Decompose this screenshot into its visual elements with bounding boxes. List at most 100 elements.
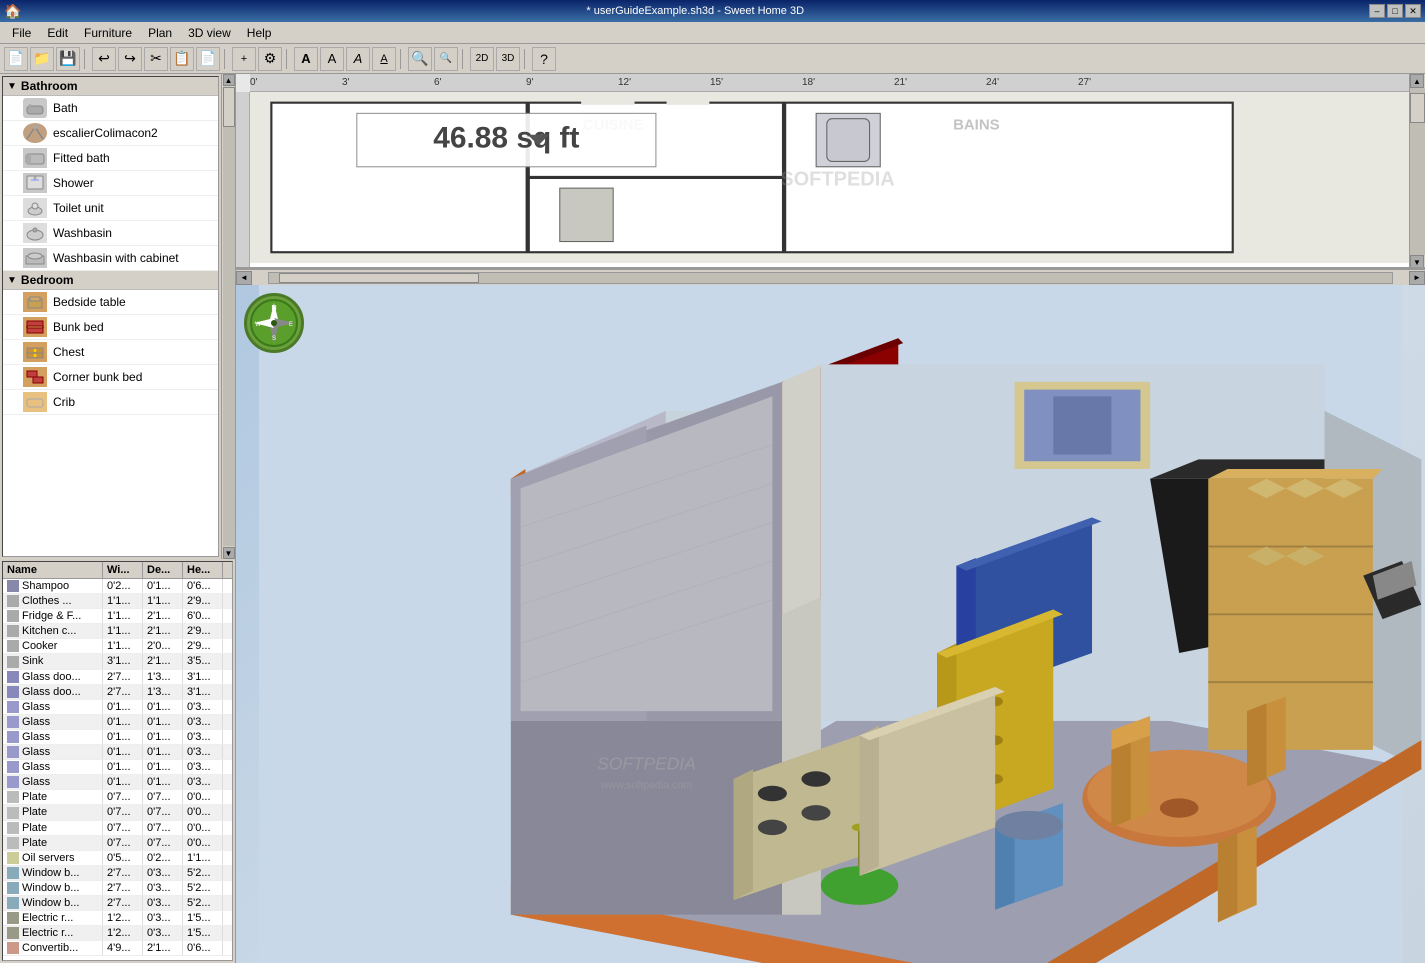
- list-header: Name Wi... De... He...: [3, 562, 232, 579]
- 2d-view-button[interactable]: 2D: [470, 47, 494, 71]
- text-tool-4[interactable]: A: [372, 47, 396, 71]
- list-cell-name: Glass: [3, 715, 103, 729]
- item-shower[interactable]: Shower: [3, 171, 218, 196]
- list-item[interactable]: Shampoo 0'2... 0'1... 0'6...: [3, 579, 232, 594]
- fitted-bath-label: Fitted bath: [53, 151, 110, 165]
- list-item[interactable]: Electric r... 1'2... 0'3... 1'5...: [3, 911, 232, 926]
- list-item[interactable]: Plate 0'7... 0'7... 0'0...: [3, 805, 232, 820]
- menu-furniture[interactable]: Furniture: [76, 24, 140, 42]
- floorplan-vscroll[interactable]: ▲ ▼: [1409, 74, 1425, 269]
- fitted-bath-icon: [23, 148, 47, 168]
- list-item[interactable]: Glass 0'1... 0'1... 0'3...: [3, 760, 232, 775]
- list-item[interactable]: Kitchen c... 1'1... 2'1... 2'9...: [3, 624, 232, 639]
- item-chest[interactable]: Chest: [3, 340, 218, 365]
- maximize-button[interactable]: □: [1387, 4, 1403, 18]
- list-item[interactable]: Glass 0'1... 0'1... 0'3...: [3, 700, 232, 715]
- hscroll-left[interactable]: ◄: [236, 271, 252, 285]
- list-cell-depth: 0'1...: [143, 760, 183, 774]
- list-item[interactable]: Glass 0'1... 0'1... 0'3...: [3, 775, 232, 790]
- list-item[interactable]: Glass doo... 2'7... 1'3... 3'1...: [3, 685, 232, 700]
- item-corner-bunk[interactable]: Corner bunk bed: [3, 365, 218, 390]
- list-item[interactable]: Convertib... 4'9... 2'1... 0'6...: [3, 941, 232, 956]
- new-button[interactable]: 📄: [4, 47, 28, 71]
- paste-button[interactable]: 📄: [196, 47, 220, 71]
- list-item[interactable]: Electric r... 1'2... 0'3... 1'5...: [3, 926, 232, 941]
- 3d-view-button[interactable]: 3D: [496, 47, 520, 71]
- item-washbasin-cabinet[interactable]: Washbasin with cabinet: [3, 246, 218, 271]
- item-toilet[interactable]: Toilet unit: [3, 196, 218, 221]
- floorplan-canvas[interactable]: CUISINE BAINS 46.88 sq ft SO: [250, 92, 1425, 267]
- add-furniture-button[interactable]: +: [232, 47, 256, 71]
- menu-file[interactable]: File: [4, 24, 39, 42]
- settings-button[interactable]: ⚙: [258, 47, 282, 71]
- zoom-out-button[interactable]: 🔍: [434, 47, 458, 71]
- item-bath[interactable]: Bath: [3, 96, 218, 121]
- list-item[interactable]: Plate 0'7... 0'7... 0'0...: [3, 790, 232, 805]
- list-item[interactable]: Sink 3'1... 2'1... 3'5...: [3, 654, 232, 669]
- item-washbasin[interactable]: Washbasin: [3, 221, 218, 246]
- list-cell-height: 0'6...: [183, 941, 223, 955]
- washbasin-cabinet-label: Washbasin with cabinet: [53, 251, 179, 265]
- item-bedside[interactable]: Bedside table: [3, 290, 218, 315]
- hscroll[interactable]: ◄ ►: [236, 269, 1425, 285]
- col-name[interactable]: Name: [3, 562, 103, 578]
- svg-text:E: E: [289, 322, 293, 328]
- list-item[interactable]: Window b... 2'7... 0'3... 5'2...: [3, 866, 232, 881]
- list-item[interactable]: Window b... 2'7... 0'3... 5'2...: [3, 896, 232, 911]
- cut-button[interactable]: ✂: [144, 47, 168, 71]
- menu-edit[interactable]: Edit: [39, 24, 76, 42]
- open-button[interactable]: 📁: [30, 47, 54, 71]
- hscroll-right[interactable]: ►: [1409, 271, 1425, 285]
- scroll-down-btn[interactable]: ▼: [223, 547, 235, 559]
- list-item[interactable]: Fridge & F... 1'1... 2'1... 6'0...: [3, 609, 232, 624]
- zoom-in-button[interactable]: 🔍: [408, 47, 432, 71]
- item-bunk-bed[interactable]: Bunk bed: [3, 315, 218, 340]
- list-item[interactable]: Glass 0'1... 0'1... 0'3...: [3, 715, 232, 730]
- text-tool-3[interactable]: A: [346, 47, 370, 71]
- list-cell-depth: 0'3...: [143, 896, 183, 910]
- minimize-button[interactable]: –: [1369, 4, 1385, 18]
- close-button[interactable]: ✕: [1405, 4, 1421, 18]
- item-crib[interactable]: Crib: [3, 390, 218, 415]
- fp-vscroll-thumb[interactable]: [1410, 93, 1425, 123]
- category-bedroom[interactable]: ▼ Bedroom: [3, 271, 218, 290]
- list-cell-depth: 2'0...: [143, 639, 183, 653]
- help-button[interactable]: ?: [532, 47, 556, 71]
- fp-vscroll-down[interactable]: ▼: [1410, 255, 1424, 269]
- list-item[interactable]: Glass 0'1... 0'1... 0'3...: [3, 730, 232, 745]
- col-depth[interactable]: De...: [143, 562, 183, 578]
- list-item[interactable]: Cooker 1'1... 2'0... 2'9...: [3, 639, 232, 654]
- redo-button[interactable]: ↪: [118, 47, 142, 71]
- menu-3dview[interactable]: 3D view: [180, 24, 239, 42]
- item-fitted-bath[interactable]: Fitted bath: [3, 146, 218, 171]
- item-escalier[interactable]: escalierColimacon2: [3, 121, 218, 146]
- list-item[interactable]: Window b... 2'7... 0'3... 5'2...: [3, 881, 232, 896]
- list-item[interactable]: Glass 0'1... 0'1... 0'3...: [3, 745, 232, 760]
- save-button[interactable]: 💾: [56, 47, 80, 71]
- compass-control[interactable]: N S W E: [244, 293, 304, 353]
- text-tool-1[interactable]: A: [294, 47, 318, 71]
- col-width[interactable]: Wi...: [103, 562, 143, 578]
- list-item[interactable]: Glass doo... 2'7... 1'3... 3'1...: [3, 670, 232, 685]
- scroll-thumb[interactable]: [223, 87, 235, 127]
- category-bathroom[interactable]: ▼ Bathroom: [3, 77, 218, 96]
- scroll-up-btn[interactable]: ▲: [223, 74, 235, 86]
- col-height[interactable]: He...: [183, 562, 223, 578]
- undo-button[interactable]: ↩: [92, 47, 116, 71]
- copy-button[interactable]: 📋: [170, 47, 194, 71]
- menu-help[interactable]: Help: [239, 24, 280, 42]
- text-tool-2[interactable]: A: [320, 47, 344, 71]
- list-cell-width: 2'7...: [103, 670, 143, 684]
- list-item[interactable]: Oil servers 0'5... 0'2... 1'1...: [3, 851, 232, 866]
- left-tree-scrollbar[interactable]: ▲ ▼: [221, 74, 235, 559]
- menu-plan[interactable]: Plan: [140, 24, 180, 42]
- list-item[interactable]: Plate 0'7... 0'7... 0'0...: [3, 821, 232, 836]
- list-cell-width: 0'5...: [103, 851, 143, 865]
- list-item[interactable]: Clothes ... 1'1... 1'1... 2'9...: [3, 594, 232, 609]
- 3d-view[interactable]: N S W E: [236, 285, 1425, 963]
- list-item[interactable]: Plate 0'7... 0'7... 0'0...: [3, 836, 232, 851]
- bedroom-arrow: ▼: [7, 275, 17, 286]
- hscroll-thumb[interactable]: [279, 273, 479, 283]
- fp-vscroll-up[interactable]: ▲: [1410, 74, 1424, 88]
- compass-icon: N S W E: [249, 298, 299, 348]
